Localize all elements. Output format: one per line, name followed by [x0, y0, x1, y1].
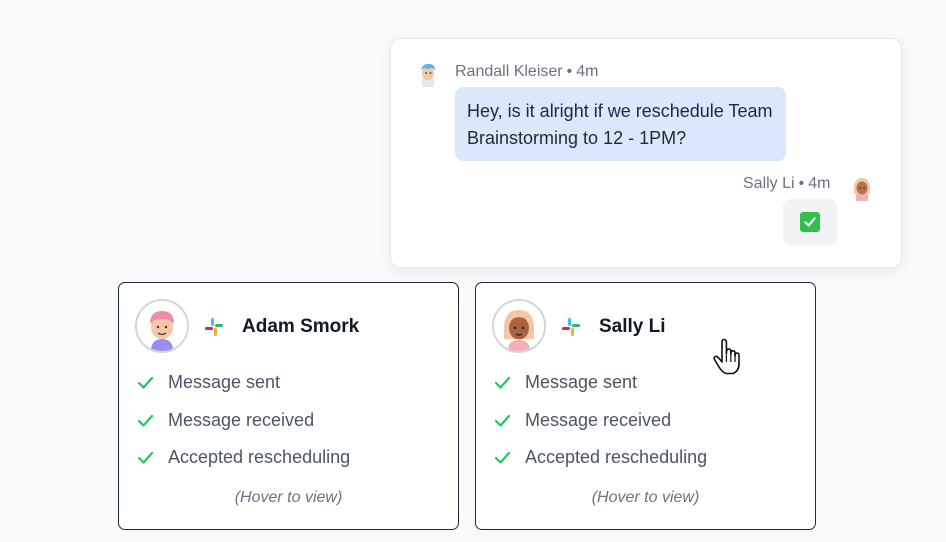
step-accepted-rescheduling: Accepted rescheduling	[137, 447, 350, 468]
check-icon	[494, 451, 511, 464]
hand-pointer-cursor-icon	[713, 338, 740, 375]
step-label: Accepted rescheduling	[168, 447, 351, 467]
check-icon	[137, 414, 154, 427]
slack-icon	[562, 318, 580, 336]
check-icon	[137, 451, 154, 464]
randall-avatar	[415, 61, 441, 87]
sender-name: Randall Kleiser	[455, 63, 563, 80]
step-label: Message sent	[525, 372, 638, 392]
chat-thread-card: Randall Kleiser • 4m Hey, is it alright if…	[390, 38, 902, 268]
reply-author: Sally Li	[743, 175, 795, 192]
sender-time: 4m	[576, 63, 599, 80]
check-icon	[494, 376, 511, 389]
reply-time: 4m	[808, 175, 831, 192]
sally-avatar	[849, 175, 875, 201]
message-bubble: Hey, is it alright if we reschedule Team…	[455, 87, 786, 161]
adam-avatar	[135, 299, 189, 353]
check-icon	[137, 376, 154, 389]
step-label: Message sent	[168, 372, 281, 392]
step-message-sent: Message sent	[494, 372, 637, 393]
participant-name: Sally Li	[599, 316, 666, 337]
step-message-sent: Message sent	[137, 372, 280, 393]
message-meta: Randall Kleiser • 4m	[455, 63, 598, 81]
participant-card-sally[interactable]: Sally Li Message sent Message received A…	[475, 282, 816, 530]
hover-hint: (Hover to view)	[234, 489, 343, 506]
step-label: Message received	[168, 410, 315, 430]
step-accepted-rescheduling: Accepted rescheduling	[494, 447, 707, 468]
reaction-button[interactable]	[783, 199, 837, 245]
participant-card-adam[interactable]: Adam Smork Message sent Message received…	[118, 282, 459, 530]
step-message-received: Message received	[137, 410, 314, 431]
meta-separator: •	[798, 175, 805, 192]
step-label: Message received	[525, 410, 672, 430]
step-message-received: Message received	[494, 410, 671, 431]
step-label: Accepted rescheduling	[525, 447, 708, 467]
reply-meta: Sally Li • 4m	[743, 175, 830, 193]
meta-separator: •	[566, 63, 573, 80]
participant-name: Adam Smork	[242, 316, 360, 337]
white-check-mark-icon	[800, 212, 820, 232]
check-icon	[494, 414, 511, 427]
hover-hint: (Hover to view)	[591, 489, 700, 506]
sally-avatar	[492, 299, 546, 353]
slack-icon	[205, 318, 223, 336]
